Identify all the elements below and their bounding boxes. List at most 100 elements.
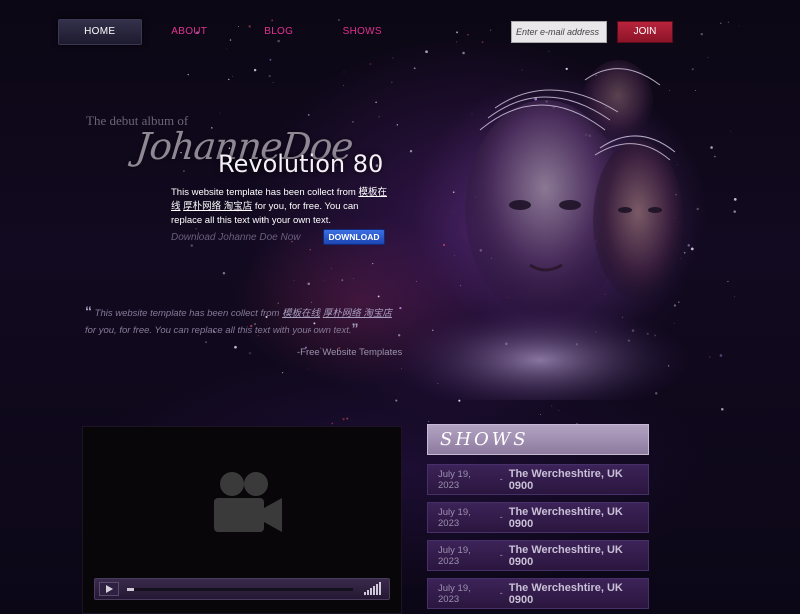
show-date: July 19, 2023	[438, 544, 471, 567]
show-date: July 19, 2023	[438, 506, 471, 529]
star	[558, 409, 560, 411]
testimonial-quote: “ This website template has been collect…	[85, 303, 392, 337]
nav-shows[interactable]: SHOWS	[320, 20, 404, 44]
show-venue: The Wercheshtire, UK 0900	[508, 543, 623, 568]
star	[727, 280, 729, 283]
close-quote-icon: ”	[351, 320, 359, 336]
show-separator: -	[499, 550, 503, 561]
star	[738, 25, 740, 27]
show-date: July 19, 2023	[438, 468, 471, 491]
show-date: July 19, 2023	[438, 582, 471, 605]
download-text[interactable]: Download Johanne Doe Now	[171, 232, 301, 243]
star	[352, 121, 354, 123]
download-button[interactable]: DOWNLOAD	[323, 229, 385, 245]
star	[346, 417, 349, 420]
star	[331, 267, 332, 269]
star	[190, 244, 193, 247]
album-title: Revolution 80	[218, 150, 384, 178]
star	[733, 198, 737, 201]
star	[269, 58, 272, 61]
star	[720, 22, 722, 25]
star	[548, 50, 550, 52]
star	[428, 420, 430, 422]
star	[734, 296, 736, 298]
quote-link-mobanzaixian[interactable]: 模板在线	[282, 308, 320, 319]
star	[467, 34, 469, 36]
star	[225, 48, 227, 50]
play-button[interactable]	[99, 582, 119, 596]
star	[331, 422, 334, 425]
star	[232, 75, 233, 77]
star	[342, 417, 345, 421]
show-venue: The Wercheshtire, UK 0900	[508, 467, 623, 492]
star	[462, 51, 465, 55]
star	[425, 50, 428, 54]
show-row[interactable]: July 19, 2023 - The Wercheshtire, UK 090…	[427, 502, 649, 533]
star	[268, 74, 271, 78]
video-camera-icon	[214, 472, 282, 532]
star	[456, 41, 458, 43]
shows-header: SHOWS	[427, 424, 649, 455]
star	[281, 372, 284, 374]
star	[714, 155, 716, 158]
star	[709, 356, 711, 358]
show-venue: The Wercheshtire, UK 0900	[508, 505, 623, 530]
nav-blog[interactable]: BLOG	[237, 20, 321, 44]
star	[341, 279, 344, 282]
show-venue: The Wercheshtire, UK 0900	[508, 581, 623, 606]
star	[392, 57, 394, 59]
star	[248, 351, 252, 355]
star	[234, 345, 237, 349]
nav-home[interactable]: HOME	[58, 19, 142, 45]
quote-link-taobao-shop[interactable]: 厚朴网络 淘宝店	[323, 308, 392, 319]
open-quote-icon: “	[85, 303, 92, 319]
star	[205, 341, 207, 343]
star	[489, 29, 492, 31]
main-nav: HOME ABOUT BLOG SHOWS	[58, 19, 404, 45]
star	[456, 31, 458, 34]
star	[182, 170, 185, 173]
video-progress-bar[interactable]	[127, 588, 353, 591]
star	[308, 368, 310, 370]
quote-source: -Free Website Templates	[297, 347, 403, 358]
star	[343, 85, 344, 86]
star	[730, 130, 732, 132]
show-row[interactable]: July 19, 2023 - The Wercheshtire, UK 090…	[427, 540, 649, 571]
star	[307, 282, 311, 286]
star	[228, 78, 230, 81]
star	[727, 21, 729, 23]
star	[293, 280, 295, 281]
show-row[interactable]: July 19, 2023 - The Wercheshtire, UK 090…	[427, 578, 649, 609]
star	[309, 249, 311, 251]
star	[308, 114, 310, 116]
star	[707, 56, 709, 59]
star	[222, 272, 226, 275]
join-button[interactable]: JOIN	[617, 21, 673, 43]
star	[219, 112, 221, 114]
star	[719, 354, 723, 357]
star	[721, 408, 724, 411]
star	[343, 71, 345, 73]
show-separator: -	[499, 588, 503, 599]
link-taobao-shop[interactable]: 厚朴网络 淘宝店	[183, 201, 252, 212]
nav-about[interactable]: ABOUT	[142, 20, 237, 44]
hero-description: This website template has been collect f…	[171, 187, 387, 226]
star	[733, 210, 736, 213]
show-separator: -	[499, 474, 503, 485]
show-separator: -	[499, 512, 503, 523]
show-row[interactable]: July 19, 2023 - The Wercheshtire, UK 090…	[427, 464, 649, 495]
video-progress-fill	[127, 588, 134, 591]
star	[539, 414, 541, 415]
star	[710, 146, 713, 149]
star	[272, 81, 274, 83]
star	[700, 32, 703, 36]
volume-icon[interactable]	[363, 582, 383, 596]
hero-artwork-faces	[390, 60, 690, 400]
shows-title: SHOWS	[440, 429, 529, 450]
video-controls	[94, 578, 390, 600]
star	[253, 68, 257, 72]
star	[481, 41, 484, 43]
star	[353, 278, 354, 279]
email-input[interactable]	[511, 21, 607, 43]
star	[195, 227, 198, 230]
